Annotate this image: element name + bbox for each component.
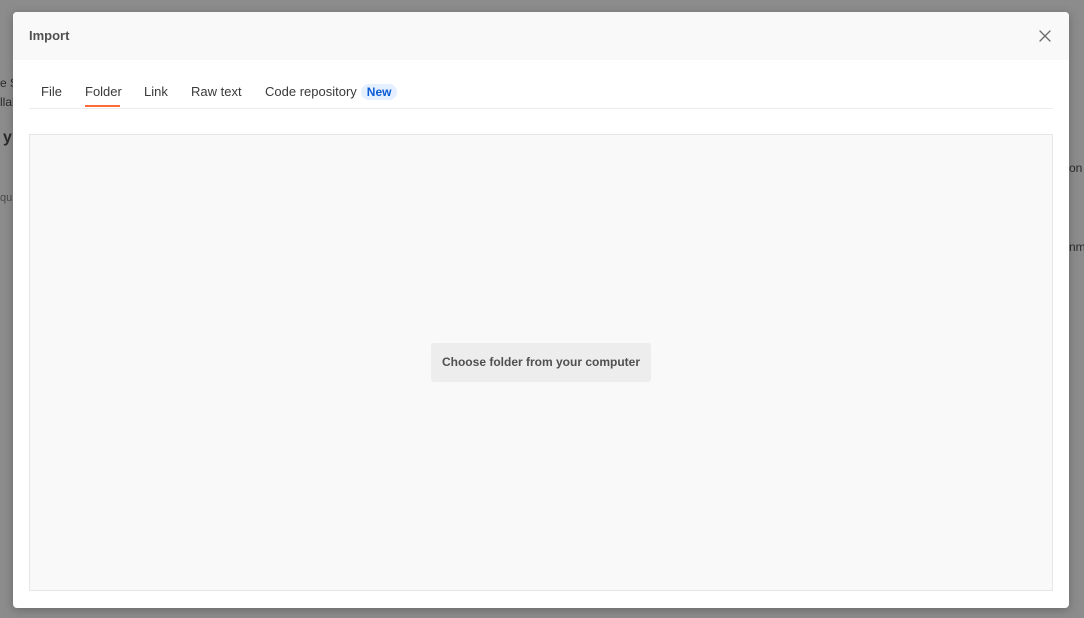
close-icon xyxy=(1039,30,1051,42)
active-tab-indicator xyxy=(85,105,120,107)
tab-raw-text[interactable]: Raw text xyxy=(191,84,242,99)
background-text-fragment: on xyxy=(1069,161,1083,175)
dialog-title: Import xyxy=(29,28,70,43)
tab-code-repository[interactable]: Code repository New xyxy=(265,84,398,100)
import-tabs: File Folder Link Raw text Code repositor… xyxy=(29,72,1053,109)
tab-link[interactable]: Link xyxy=(144,84,168,99)
folder-drop-zone[interactable]: Choose folder from your computer xyxy=(29,134,1053,591)
tab-folder[interactable]: Folder xyxy=(85,84,122,99)
background-heading-fragment: y xyxy=(3,129,12,146)
tab-file[interactable]: File xyxy=(41,84,62,99)
choose-folder-button[interactable]: Choose folder from your computer xyxy=(431,343,651,382)
dialog-header: Import xyxy=(13,12,1069,60)
background-text-fragment: nm xyxy=(1069,240,1084,254)
close-button[interactable] xyxy=(1035,26,1055,46)
new-badge: New xyxy=(360,84,398,100)
background-text-fragment: qu xyxy=(0,192,13,204)
import-dialog: Import File Folder Link Raw text Code re… xyxy=(13,12,1069,608)
tab-code-repository-label: Code repository xyxy=(265,84,357,99)
